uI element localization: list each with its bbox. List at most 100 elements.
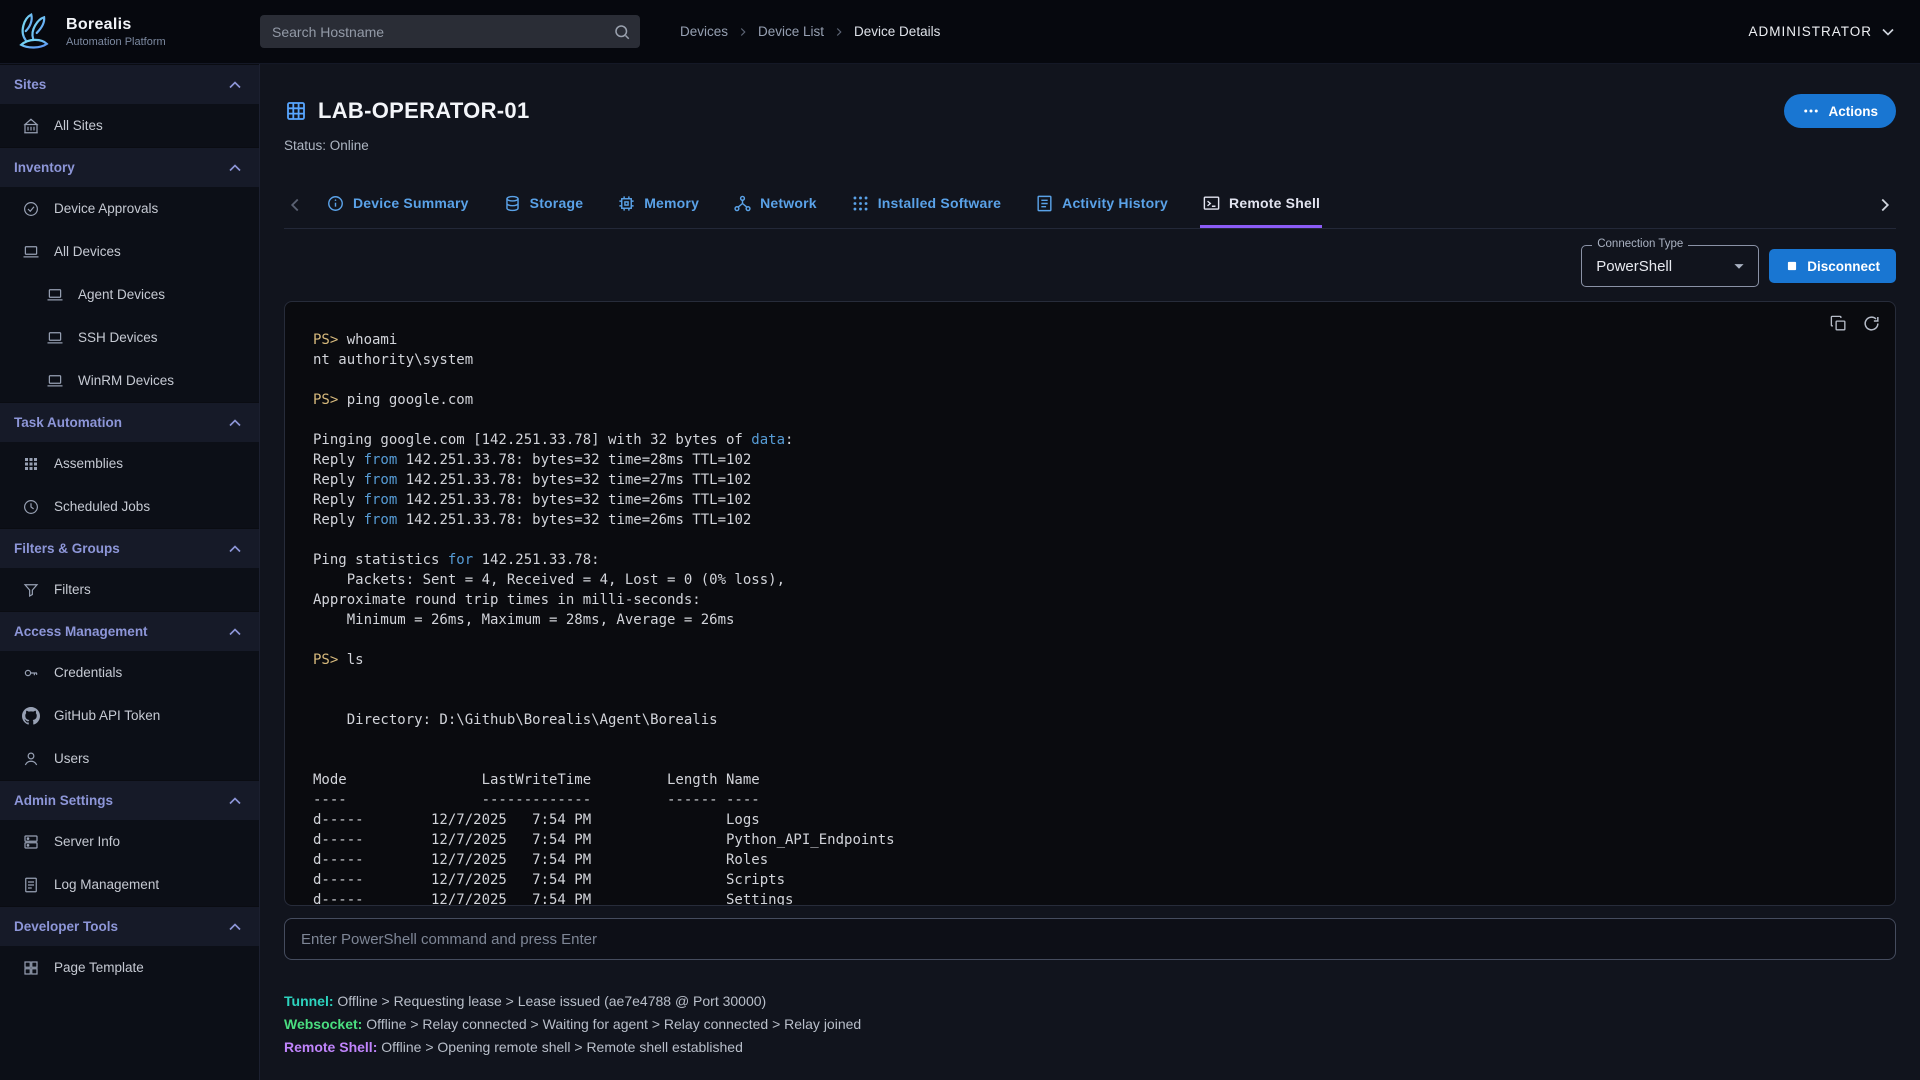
user-label: ADMINISTRATOR: [1748, 24, 1872, 39]
sidebar-item-github-api-token[interactable]: GitHub API Token: [0, 694, 259, 737]
sidebar-item-agent-devices[interactable]: Agent Devices: [0, 273, 259, 316]
tab-installed-software[interactable]: Installed Software: [849, 181, 1003, 228]
tab-device-summary[interactable]: Device Summary: [324, 181, 471, 228]
device-title-wrap: LAB-OPERATOR-01: [284, 98, 529, 124]
sidebar-item-all-devices[interactable]: All Devices: [0, 230, 259, 273]
command-input[interactable]: [284, 918, 1896, 960]
chevron-left-icon[interactable]: [284, 194, 306, 216]
laptop-icon: [46, 372, 64, 390]
status-line-tunnel: Tunnel: Offline > Requesting lease > Lea…: [284, 990, 1896, 1013]
terminal-line: nt authority\system: [313, 350, 1867, 370]
chevron-up-icon: [225, 917, 245, 937]
sidebar-section-admin-settings[interactable]: Admin Settings: [0, 780, 259, 820]
tab-label: Device Summary: [353, 195, 469, 211]
connection-type-select[interactable]: Connection Type PowerShell: [1581, 245, 1759, 287]
terminal-line: d----- 12/7/2025 7:54 PM Roles: [313, 850, 1867, 870]
section-label: Filters & Groups: [14, 541, 120, 556]
user-menu[interactable]: ADMINISTRATOR: [1748, 22, 1920, 42]
sidebar-section-filters-groups[interactable]: Filters & Groups: [0, 528, 259, 568]
dropdown-caret-icon: [1728, 255, 1750, 277]
brand-title: Borealis: [66, 16, 166, 34]
sidebar-section-inventory[interactable]: Inventory: [0, 147, 259, 187]
sidebar-item-credentials[interactable]: Credentials: [0, 651, 259, 694]
server-icon: [22, 833, 40, 851]
breadcrumb-devices[interactable]: Devices: [680, 24, 728, 39]
status-line-websocket: Websocket: Offline > Relay connected > W…: [284, 1013, 1896, 1036]
tab-network[interactable]: Network: [731, 181, 819, 228]
sidebar-item-assemblies[interactable]: Assemblies: [0, 442, 259, 485]
disconnect-button-label: Disconnect: [1807, 259, 1880, 274]
github-icon: [22, 707, 40, 725]
sidebar-item-label: Credentials: [54, 665, 122, 680]
layout: Sites All Sites Inventory Device Approvals A…: [0, 64, 1920, 1080]
refresh-icon[interactable]: [1862, 314, 1881, 333]
terminal-line: Reply from 142.251.33.78: bytes=32 time=…: [313, 470, 1867, 490]
clock-icon: [22, 498, 40, 516]
copy-icon[interactable]: [1829, 314, 1848, 333]
terminal-line: [313, 410, 1867, 430]
device-header: LAB-OPERATOR-01 Actions: [284, 94, 1896, 128]
sidebar-item-ssh-devices[interactable]: SSH Devices: [0, 316, 259, 359]
sidebar-item-all-sites[interactable]: All Sites: [0, 104, 259, 147]
topbar: Borealis Automation Platform Devices Devi…: [0, 0, 1920, 64]
terminal-line: Reply from 142.251.33.78: bytes=32 time=…: [313, 490, 1867, 510]
sidebar-item-label: Device Approvals: [54, 201, 158, 216]
sidebar-section-task-automation[interactable]: Task Automation: [0, 402, 259, 442]
chevron-right-icon: [736, 25, 750, 39]
sidebar-item-filters[interactable]: Filters: [0, 568, 259, 611]
tab-remote-shell[interactable]: Remote Shell: [1200, 181, 1322, 228]
stop-icon: [1785, 259, 1799, 273]
breadcrumb-device-details[interactable]: Device Details: [854, 24, 940, 39]
terminal-line: Minimum = 26ms, Maximum = 28ms, Average …: [313, 610, 1867, 630]
sidebar-item-label: GitHub API Token: [54, 708, 160, 723]
sidebar-item-users[interactable]: Users: [0, 737, 259, 780]
brand-text: Borealis Automation Platform: [66, 16, 166, 48]
history-icon: [1035, 194, 1054, 213]
tab-label: Activity History: [1062, 195, 1168, 211]
status-label: Tunnel:: [284, 993, 334, 1009]
status-label: Websocket:: [284, 1016, 362, 1032]
filter-icon: [22, 581, 40, 599]
terminal-line: [313, 690, 1867, 710]
sidebar-item-server-info[interactable]: Server Info: [0, 820, 259, 863]
chevron-right-icon[interactable]: [1874, 194, 1896, 216]
search-icon: [613, 23, 631, 41]
chevron-up-icon: [225, 791, 245, 811]
tab-label: Storage: [530, 195, 584, 211]
sidebar-section-developer-tools[interactable]: Developer Tools: [0, 906, 259, 946]
sidebar-item-label: All Devices: [54, 244, 121, 259]
document-icon: [22, 876, 40, 894]
sidebar-item-label: Log Management: [54, 877, 159, 892]
terminal-output: PS> whoamint authority\system PS> ping g…: [313, 330, 1867, 906]
sidebar-item-log-management[interactable]: Log Management: [0, 863, 259, 906]
breadcrumb-device-list[interactable]: Device List: [758, 24, 824, 39]
terminal-line: d----- 12/7/2025 7:54 PM Python_API_Endp…: [313, 830, 1867, 850]
sidebar-item-device-approvals[interactable]: Device Approvals: [0, 187, 259, 230]
sidebar-item-scheduled-jobs[interactable]: Scheduled Jobs: [0, 485, 259, 528]
laptop-icon: [46, 329, 64, 347]
dashboard-icon: [22, 959, 40, 977]
sidebar-section-sites[interactable]: Sites: [0, 64, 259, 104]
search-input[interactable]: [260, 24, 640, 40]
key-icon: [22, 664, 40, 682]
actions-button-label: Actions: [1828, 104, 1878, 119]
tabs: Device Summary Storage Memory Network Instal…: [324, 181, 1322, 228]
hostname-searchbox[interactable]: [260, 15, 640, 48]
sidebar-item-label: SSH Devices: [78, 330, 158, 345]
actions-button[interactable]: Actions: [1784, 94, 1896, 128]
laptop-icon: [22, 243, 40, 261]
sidebar-item-label: All Sites: [54, 118, 103, 133]
brand-subtitle: Automation Platform: [66, 36, 166, 48]
terminal-line: PS> ping google.com: [313, 390, 1867, 410]
terminal-line: Reply from 142.251.33.78: bytes=32 time=…: [313, 450, 1867, 470]
terminal[interactable]: PS> whoamint authority\system PS> ping g…: [284, 301, 1896, 906]
sidebar-section-access-management[interactable]: Access Management: [0, 611, 259, 651]
disconnect-button[interactable]: Disconnect: [1769, 249, 1896, 283]
tab-activity-history[interactable]: Activity History: [1033, 181, 1170, 228]
tab-memory[interactable]: Memory: [615, 181, 701, 228]
bank-icon: [22, 117, 40, 135]
tab-storage[interactable]: Storage: [501, 181, 586, 228]
sidebar-item-page-template[interactable]: Page Template: [0, 946, 259, 989]
terminal-line: Reply from 142.251.33.78: bytes=32 time=…: [313, 510, 1867, 530]
sidebar-item-winrm-devices[interactable]: WinRM Devices: [0, 359, 259, 402]
